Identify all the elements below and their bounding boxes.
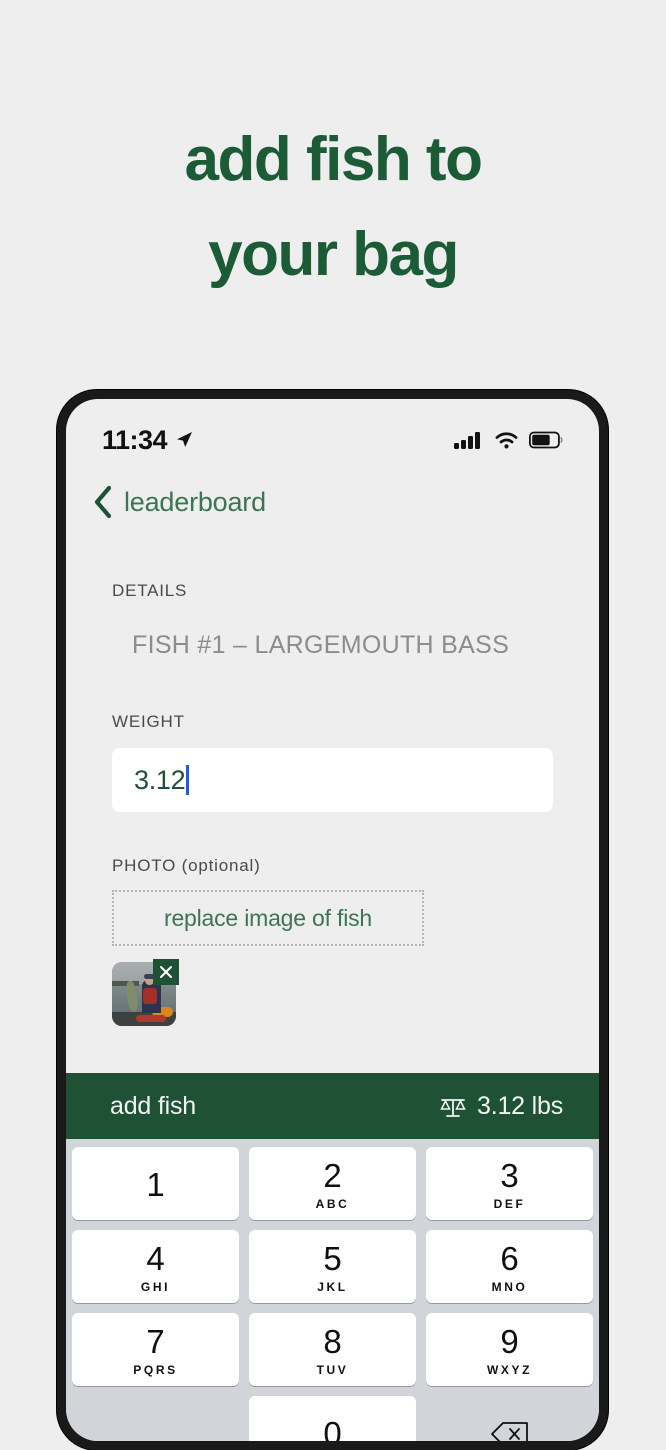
key-decimal[interactable]: .	[72, 1396, 239, 1441]
key-5-letters: JKL	[317, 1279, 348, 1294]
keypad-row: 7 PQRS 8 TUV 9 WXYZ	[72, 1313, 593, 1386]
key-8-digit: 8	[323, 1322, 342, 1360]
backspace-icon	[490, 1421, 528, 1441]
weight-input-value: 3.12	[134, 764, 186, 795]
balance-scale-icon	[440, 1099, 466, 1117]
replace-image-button-label: replace image of fish	[163, 904, 373, 931]
key-1-digit: 1	[146, 1166, 165, 1203]
status-bar-right	[454, 430, 563, 450]
key-8-letters: TUV	[316, 1362, 349, 1377]
photo-life-vest	[143, 987, 158, 1005]
keypad-row: 4 GHI 5 JKL 6 MNO	[72, 1230, 593, 1303]
photo-section: PHOTO (optional) replace image of fish	[112, 856, 553, 1026]
cellular-signal-icon	[454, 432, 480, 449]
key-6[interactable]: 6 MNO	[426, 1230, 593, 1303]
keypad-row: . 0	[72, 1396, 593, 1441]
numeric-keypad: 1 2 ABC 3 DEF 4 GHI 5 JKL 6 MNO 7 PQRS 8…	[66, 1139, 599, 1441]
key-5-digit: 5	[323, 1239, 342, 1277]
key-7-letters: PQRS	[133, 1362, 178, 1377]
weight-readout-value: 3.12 lbs	[477, 1091, 563, 1120]
weight-readout: 3.12 lbs	[439, 1092, 563, 1121]
page-title: add fish to your bag	[0, 112, 666, 302]
status-bar: 11:34	[66, 399, 599, 467]
key-9-letters: WXYZ	[486, 1362, 533, 1377]
key-7[interactable]: 7 PQRS	[72, 1313, 239, 1386]
page-title-line-1: add fish to	[184, 125, 483, 194]
chevron-left-icon	[94, 485, 112, 519]
details-section: DETAILS FISH #1 – LARGEMOUTH BASS	[112, 581, 553, 660]
text-cursor	[186, 765, 190, 795]
key-2-digit: 2	[323, 1156, 342, 1194]
details-label: DETAILS	[112, 581, 188, 600]
close-x-icon	[160, 966, 172, 978]
phone-screen: 11:34 leaderboard DETAILS FISH #1 – LARG…	[66, 399, 599, 1441]
key-3[interactable]: 3 DEF	[426, 1147, 593, 1220]
key-8[interactable]: 8 TUV	[249, 1313, 416, 1386]
key-4-letters: GHI	[140, 1279, 171, 1294]
location-arrow-icon	[177, 432, 193, 447]
status-bar-time: 11:34	[102, 424, 168, 455]
fish-name-value: FISH #1 – LARGEMOUTH BASS	[132, 631, 510, 659]
photo-thumbnail-wrapper	[112, 959, 179, 1026]
key-1[interactable]: 1	[72, 1147, 239, 1220]
weight-label: WEIGHT	[112, 712, 185, 731]
key-2[interactable]: 2 ABC	[249, 1147, 416, 1220]
back-button-label: leaderboard	[124, 486, 266, 517]
wifi-icon	[495, 432, 518, 449]
phone-frame: 11:34 leaderboard DETAILS FISH #1 – LARG…	[57, 390, 608, 1450]
page-title-line-2: your bag	[208, 220, 459, 289]
back-button[interactable]: leaderboard	[66, 467, 599, 519]
action-bar[interactable]: add fish 3.12 lbs	[66, 1073, 599, 1139]
key-3-letters: DEF	[493, 1196, 526, 1211]
weight-section: WEIGHT 3.12	[112, 712, 553, 812]
add-fish-button-label: add fish	[110, 1091, 196, 1120]
status-bar-left: 11:34	[102, 425, 194, 456]
key-2-letters: ABC	[315, 1196, 350, 1211]
key-5[interactable]: 5 JKL	[249, 1230, 416, 1303]
battery-icon	[529, 431, 563, 449]
weight-input[interactable]: 3.12	[112, 748, 553, 812]
key-0-digit: 0	[323, 1415, 342, 1441]
photo-kayak-secondary	[136, 1014, 166, 1023]
keypad-row: 1 2 ABC 3 DEF	[72, 1147, 593, 1220]
form-content: DETAILS FISH #1 – LARGEMOUTH BASS WEIGHT…	[66, 581, 599, 1026]
replace-image-button[interactable]: replace image of fish	[112, 890, 424, 946]
key-9-digit: 9	[500, 1322, 519, 1360]
key-4-digit: 4	[146, 1239, 165, 1277]
key-9[interactable]: 9 WXYZ	[426, 1313, 593, 1386]
key-6-digit: 6	[500, 1239, 519, 1277]
key-7-digit: 7	[146, 1322, 165, 1360]
photo-label: PHOTO (optional)	[112, 856, 261, 875]
key-decimal-digit: .	[151, 1423, 160, 1441]
remove-photo-button[interactable]	[153, 959, 179, 985]
key-6-letters: MNO	[491, 1279, 528, 1294]
key-3-digit: 3	[500, 1156, 519, 1194]
key-4[interactable]: 4 GHI	[72, 1230, 239, 1303]
key-backspace[interactable]	[426, 1396, 593, 1441]
key-0[interactable]: 0	[249, 1396, 416, 1441]
